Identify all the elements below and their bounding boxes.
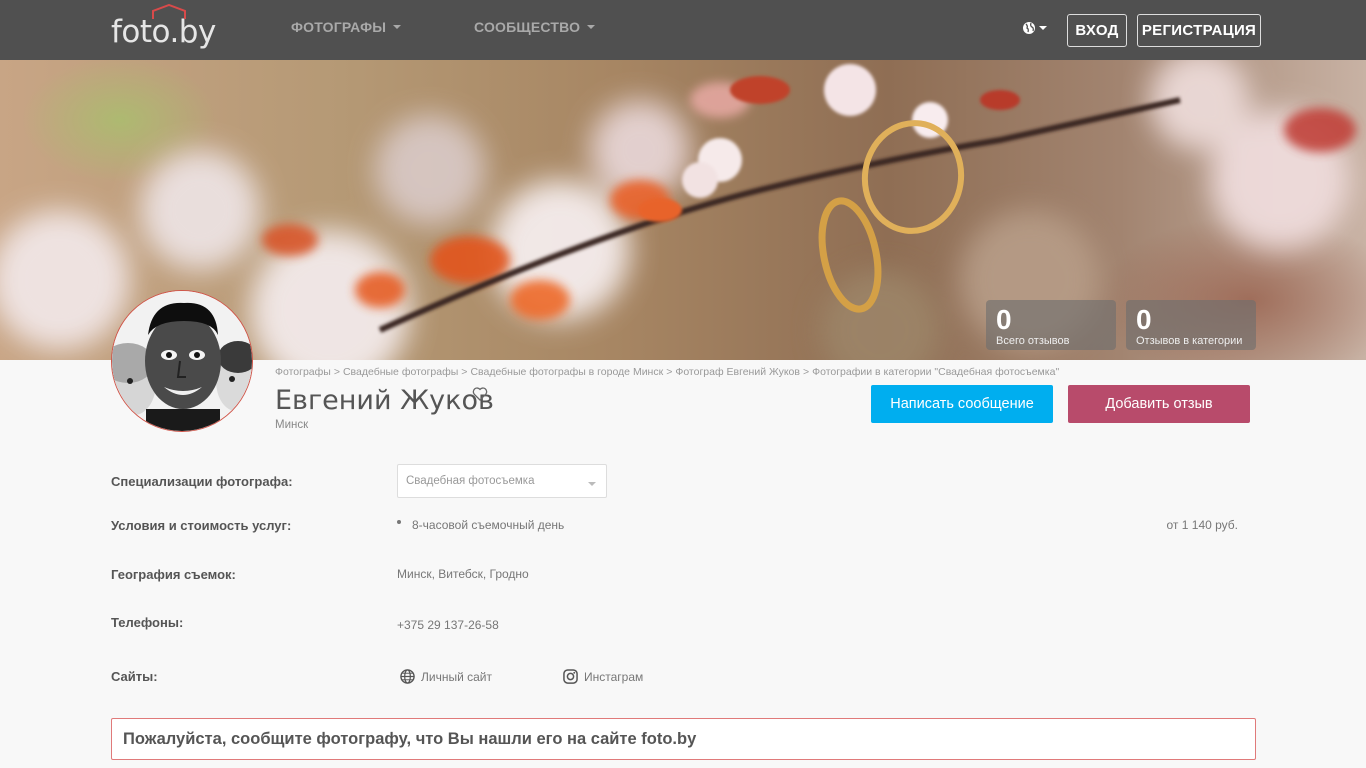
nav-community-label: СООБЩЕСТВО xyxy=(474,19,581,35)
personal-site-link[interactable]: Личный сайт xyxy=(400,669,492,684)
total-reviews-label: Всего отзывов xyxy=(996,335,1070,347)
total-reviews-count: 0 xyxy=(996,304,1012,335)
breadcrumb-separator: > xyxy=(802,366,810,378)
site-logo[interactable]: foto.by xyxy=(111,4,216,50)
avatar-photo xyxy=(112,291,252,431)
write-message-button[interactable]: Написать сообщение xyxy=(871,385,1053,423)
logo-house-icon xyxy=(152,4,186,19)
breadcrumb-item-photographer[interactable]: Фотограф Евгений Жуков xyxy=(675,366,800,378)
specializations-label: Специализации фотографа: xyxy=(111,474,293,489)
register-button[interactable]: РЕГИСТРАЦИЯ xyxy=(1137,14,1261,47)
list-bullet xyxy=(397,520,401,524)
geography-value: Минск, Витебск, Гродно xyxy=(397,567,529,581)
breadcrumb: Фотографы > Свадебные фотографы > Свадебные … xyxy=(275,366,1059,378)
nav-photographers-label: ФОТОГРАФЫ xyxy=(291,19,387,35)
login-button[interactable]: ВХОД xyxy=(1067,14,1127,47)
specialization-select[interactable]: Свадебная фотосъемка xyxy=(397,464,607,498)
chevron-down-icon xyxy=(587,25,596,29)
breadcrumb-item-photographers[interactable]: Фотографы xyxy=(275,366,331,378)
breadcrumb-separator: > xyxy=(461,366,468,378)
total-reviews-stat: 0 Всего отзывов xyxy=(986,300,1116,350)
avatar[interactable] xyxy=(111,290,253,432)
breadcrumb-separator: > xyxy=(666,366,673,378)
nav-photographers[interactable]: ФОТОГРАФЫ xyxy=(291,19,402,35)
category-reviews-stat: 0 Отзывов в категории xyxy=(1126,300,1256,350)
top-navbar: foto.by ФОТОГРАФЫ СООБЩЕСТВО ВХОД РЕГИСТ… xyxy=(0,0,1366,60)
instagram-link[interactable]: Инстаграм xyxy=(563,669,643,684)
logo-text: foto.by xyxy=(111,14,216,50)
globe-icon xyxy=(1023,22,1035,34)
category-reviews-count: 0 xyxy=(1136,304,1152,335)
specialization-selected-value: Свадебная фотосъемка xyxy=(406,475,535,487)
service-name: 8-часовой съемочный день xyxy=(412,518,565,532)
phone-value: +375 29 137-26-58 xyxy=(397,618,499,632)
photographer-name: Евгений Жуков xyxy=(275,385,494,416)
chevron-down-icon xyxy=(393,25,402,29)
language-selector[interactable] xyxy=(1022,21,1047,35)
geography-label: География съемок: xyxy=(111,567,236,582)
sites-label: Сайты: xyxy=(111,669,158,684)
instagram-icon xyxy=(563,669,578,684)
breadcrumb-separator: > xyxy=(333,366,340,378)
add-review-button[interactable]: Добавить отзыв xyxy=(1068,385,1250,423)
globe-icon xyxy=(400,669,415,684)
breadcrumb-item-category: Фотографии в категории "Свадебная фотосъ… xyxy=(812,366,1060,378)
conditions-label: Условия и стоимость услуг: xyxy=(111,518,292,533)
nav-community[interactable]: СООБЩЕСТВО xyxy=(474,19,596,35)
category-reviews-label: Отзывов в категории xyxy=(1136,335,1243,347)
photographer-city: Минск xyxy=(275,419,309,431)
heart-icon[interactable] xyxy=(472,386,488,402)
breadcrumb-item-wedding-photographers[interactable]: Свадебные фотографы xyxy=(343,366,458,378)
service-price: от 1 140 руб. xyxy=(1166,518,1238,532)
instagram-label: Инстаграм xyxy=(584,669,644,684)
chevron-down-icon xyxy=(1039,26,1047,30)
personal-site-label: Личный сайт xyxy=(421,669,492,684)
breadcrumb-item-minsk[interactable]: Свадебные фотографы в городе Минск xyxy=(470,366,663,378)
chevron-down-icon xyxy=(588,482,596,486)
notice-banner: Пожалуйста, сообщите фотографу, что Вы н… xyxy=(111,718,1256,760)
phones-label: Телефоны: xyxy=(111,615,184,630)
